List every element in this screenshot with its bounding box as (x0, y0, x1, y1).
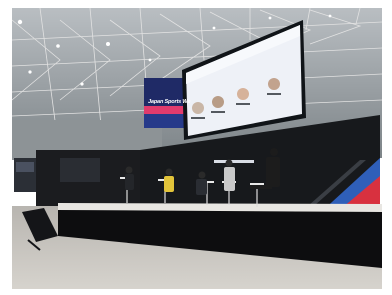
side-signage-panel (16, 162, 34, 172)
speaker-portrait (268, 78, 280, 90)
speaker-portrait (212, 96, 224, 108)
speaker-portrait (237, 88, 249, 100)
speaker-portrait (192, 102, 204, 114)
side-monitor (60, 158, 100, 182)
backdrop-lettering (214, 160, 254, 163)
banner-title: Japan Sports We (148, 99, 191, 105)
photo-frame: Japan Sports We (0, 0, 392, 295)
event-hall-scene (0, 0, 392, 295)
